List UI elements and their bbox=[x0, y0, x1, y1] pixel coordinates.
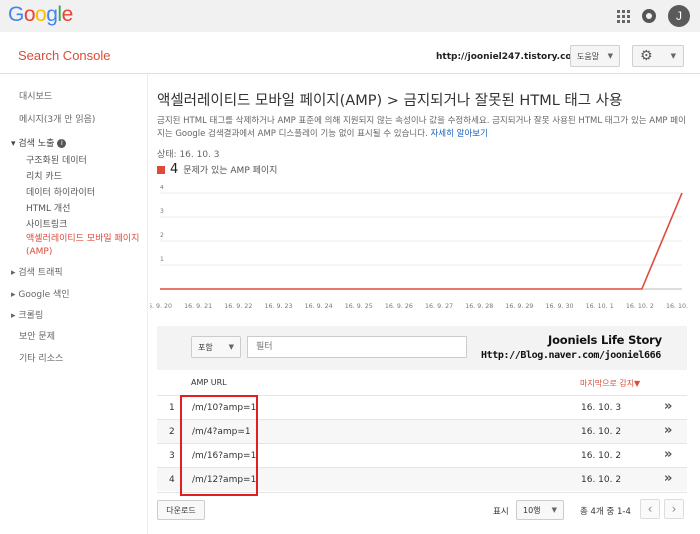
column-header-last-detected[interactable]: 마지막으로 감지▼ bbox=[580, 378, 640, 389]
y-tick-label: 3 bbox=[160, 208, 164, 215]
sidebar-item-sitelinks[interactable]: 사이트링크 bbox=[26, 217, 67, 230]
sidebar-item-label: ▾ 검색 노출 bbox=[11, 139, 55, 149]
description-text: 금지된 HTML 태그를 삭제하거나 AMP 표준에 의해 지원되지 않는 속성… bbox=[157, 116, 686, 139]
show-label: 표시 bbox=[493, 507, 509, 517]
x-tick-label: 16. 10. 3 bbox=[666, 303, 690, 310]
issues-chart[interactable]: 1 2 3 4 16. 9. 20 16. 9. 21 16. 9. 22 16. 9. 23… bbox=[150, 185, 690, 315]
row-index: 2 bbox=[169, 427, 175, 437]
legend-label: 문제가 있는 AMP 페이지 bbox=[183, 166, 278, 176]
chevron-down-icon: ▼ bbox=[551, 506, 557, 514]
x-tick-label: 16. 9. 20 bbox=[150, 303, 172, 310]
chevron-down-icon: ▼ bbox=[228, 343, 234, 351]
row-date: 16. 10. 3 bbox=[581, 403, 622, 413]
row-index: 1 bbox=[169, 403, 175, 413]
logo-letter: o bbox=[35, 3, 47, 26]
row-index: 4 bbox=[169, 475, 175, 485]
sidebar-item-messages[interactable]: 메시지(3개 안 읽음) bbox=[19, 112, 95, 125]
notifications-icon[interactable] bbox=[642, 9, 656, 23]
rows-per-page-select[interactable]: 10행 ▼ bbox=[516, 500, 564, 520]
sidebar-item-dashboard[interactable]: 대시보드 bbox=[19, 89, 52, 102]
watermark-title: Jooniels Life Story bbox=[548, 333, 662, 347]
x-tick-label: 16. 9. 22 bbox=[224, 303, 252, 310]
x-tick-label: 16. 9. 27 bbox=[425, 303, 453, 310]
row-details-icon[interactable]: » bbox=[664, 423, 672, 438]
row-details-icon[interactable]: » bbox=[664, 399, 672, 414]
sidebar-item-rich-cards[interactable]: 리치 카드 bbox=[26, 169, 62, 182]
highlight-box bbox=[180, 395, 258, 496]
filter-input[interactable] bbox=[247, 336, 467, 358]
sidebar-item-other-resources[interactable]: 기타 리소스 bbox=[19, 351, 63, 364]
page-title: 액셀러레이티드 모바일 페이지(AMP) > 금지되거나 잘못된 HTML 태그… bbox=[157, 93, 623, 109]
x-tick-label: 16. 9. 25 bbox=[345, 303, 373, 310]
x-tick-label: 16. 9. 23 bbox=[264, 303, 292, 310]
filter-mode-label: 포함 bbox=[198, 342, 213, 352]
chevron-down-icon: ▼ bbox=[607, 52, 613, 60]
row-details-icon[interactable]: » bbox=[664, 471, 672, 486]
info-icon[interactable]: i bbox=[57, 139, 67, 148]
logo-letter: o bbox=[23, 3, 36, 26]
row-details-icon[interactable]: » bbox=[664, 447, 672, 462]
google-logo[interactable]: Google bbox=[8, 3, 73, 27]
legend-swatch bbox=[157, 165, 165, 174]
settings-button[interactable]: ⚙ ▼ bbox=[632, 45, 684, 67]
sidebar-item-search-traffic[interactable]: ▸ 검색 트래픽 bbox=[11, 265, 63, 278]
row-index: 3 bbox=[169, 451, 175, 461]
product-title[interactable]: Search Console bbox=[18, 48, 111, 63]
sidebar-item-data-highlighter[interactable]: 데이터 하이라이터 bbox=[26, 185, 95, 198]
y-tick-label: 1 bbox=[160, 256, 164, 263]
google-bar: Google J bbox=[0, 0, 700, 32]
sidebar-item-crawl[interactable]: ▸ 크롤링 bbox=[11, 308, 43, 321]
help-button[interactable]: 도움말 ▼ bbox=[570, 45, 620, 67]
sidebar-item-google-index[interactable]: ▸ Google 색인 bbox=[11, 287, 70, 300]
help-label: 도움말 bbox=[577, 51, 600, 61]
legend-count: 4 bbox=[170, 162, 179, 177]
x-tick-label: 16. 9. 30 bbox=[546, 303, 574, 310]
sidebar-item-security-issues[interactable]: 보안 문제 bbox=[19, 329, 55, 342]
logo-letter: e bbox=[61, 3, 74, 26]
logo-letter: g bbox=[46, 3, 58, 26]
pager-text: 총 4개 중 1-4 bbox=[580, 507, 631, 517]
google-bar-icons: J bbox=[617, 5, 690, 27]
row-date: 16. 10. 2 bbox=[581, 427, 622, 437]
gear-icon: ⚙ bbox=[640, 48, 653, 64]
x-tick-label: 16. 9. 24 bbox=[305, 303, 333, 310]
logo-letter: G bbox=[8, 3, 24, 26]
filter-mode-select[interactable]: 포함 ▼ bbox=[191, 336, 241, 358]
x-tick-label: 16. 10. 1 bbox=[586, 303, 614, 310]
x-tick-label: 16. 9. 21 bbox=[184, 303, 212, 310]
watermark-url: Http://Blog.naver.com/jooniel666 bbox=[481, 350, 661, 361]
page-description: 금지된 HTML 태그를 삭제하거나 AMP 표준에 의해 지원되지 않는 속성… bbox=[157, 115, 693, 140]
console-header: Search Console http://jooniel247.tistory… bbox=[0, 32, 700, 74]
prev-page-button[interactable]: ‹ bbox=[640, 499, 660, 519]
rows-per-page-label: 10행 bbox=[523, 505, 541, 515]
chevron-down-icon: ▼ bbox=[670, 52, 676, 60]
row-date: 16. 10. 2 bbox=[581, 451, 622, 461]
status-text: 상태: 16. 10. 3 bbox=[157, 150, 220, 160]
chart-legend[interactable]: 4 문제가 있는 AMP 페이지 bbox=[157, 162, 277, 177]
column-header-amp-url[interactable]: AMP URL bbox=[191, 378, 227, 387]
y-tick-label: 2 bbox=[160, 232, 164, 239]
x-tick-label: 16. 9. 26 bbox=[385, 303, 413, 310]
sidebar-item-structured-data[interactable]: 구조화된 데이터 bbox=[26, 153, 87, 166]
download-button[interactable]: 다운로드 bbox=[157, 500, 205, 520]
sidebar-item-amp[interactable]: 액셀러레이티드 모바일 페이지(AMP) bbox=[26, 233, 144, 259]
x-tick-label: 16. 9. 28 bbox=[465, 303, 493, 310]
learn-more-link[interactable]: 자세히 알아보기 bbox=[430, 129, 487, 139]
sidebar-item-search-appearance[interactable]: ▾ 검색 노출 i bbox=[11, 136, 67, 149]
sidebar-item-html-improvements[interactable]: HTML 개선 bbox=[26, 201, 70, 214]
avatar[interactable]: J bbox=[668, 5, 690, 27]
y-tick-label: 4 bbox=[160, 185, 164, 191]
site-url[interactable]: http://jooniel247.tistory.com/ bbox=[436, 52, 584, 62]
next-page-button[interactable]: › bbox=[664, 499, 684, 519]
row-date: 16. 10. 2 bbox=[581, 475, 622, 485]
x-tick-label: 16. 9. 29 bbox=[505, 303, 533, 310]
sidebar-divider bbox=[147, 74, 148, 534]
x-tick-label: 16. 10. 2 bbox=[626, 303, 654, 310]
apps-grid-icon[interactable] bbox=[617, 9, 630, 23]
